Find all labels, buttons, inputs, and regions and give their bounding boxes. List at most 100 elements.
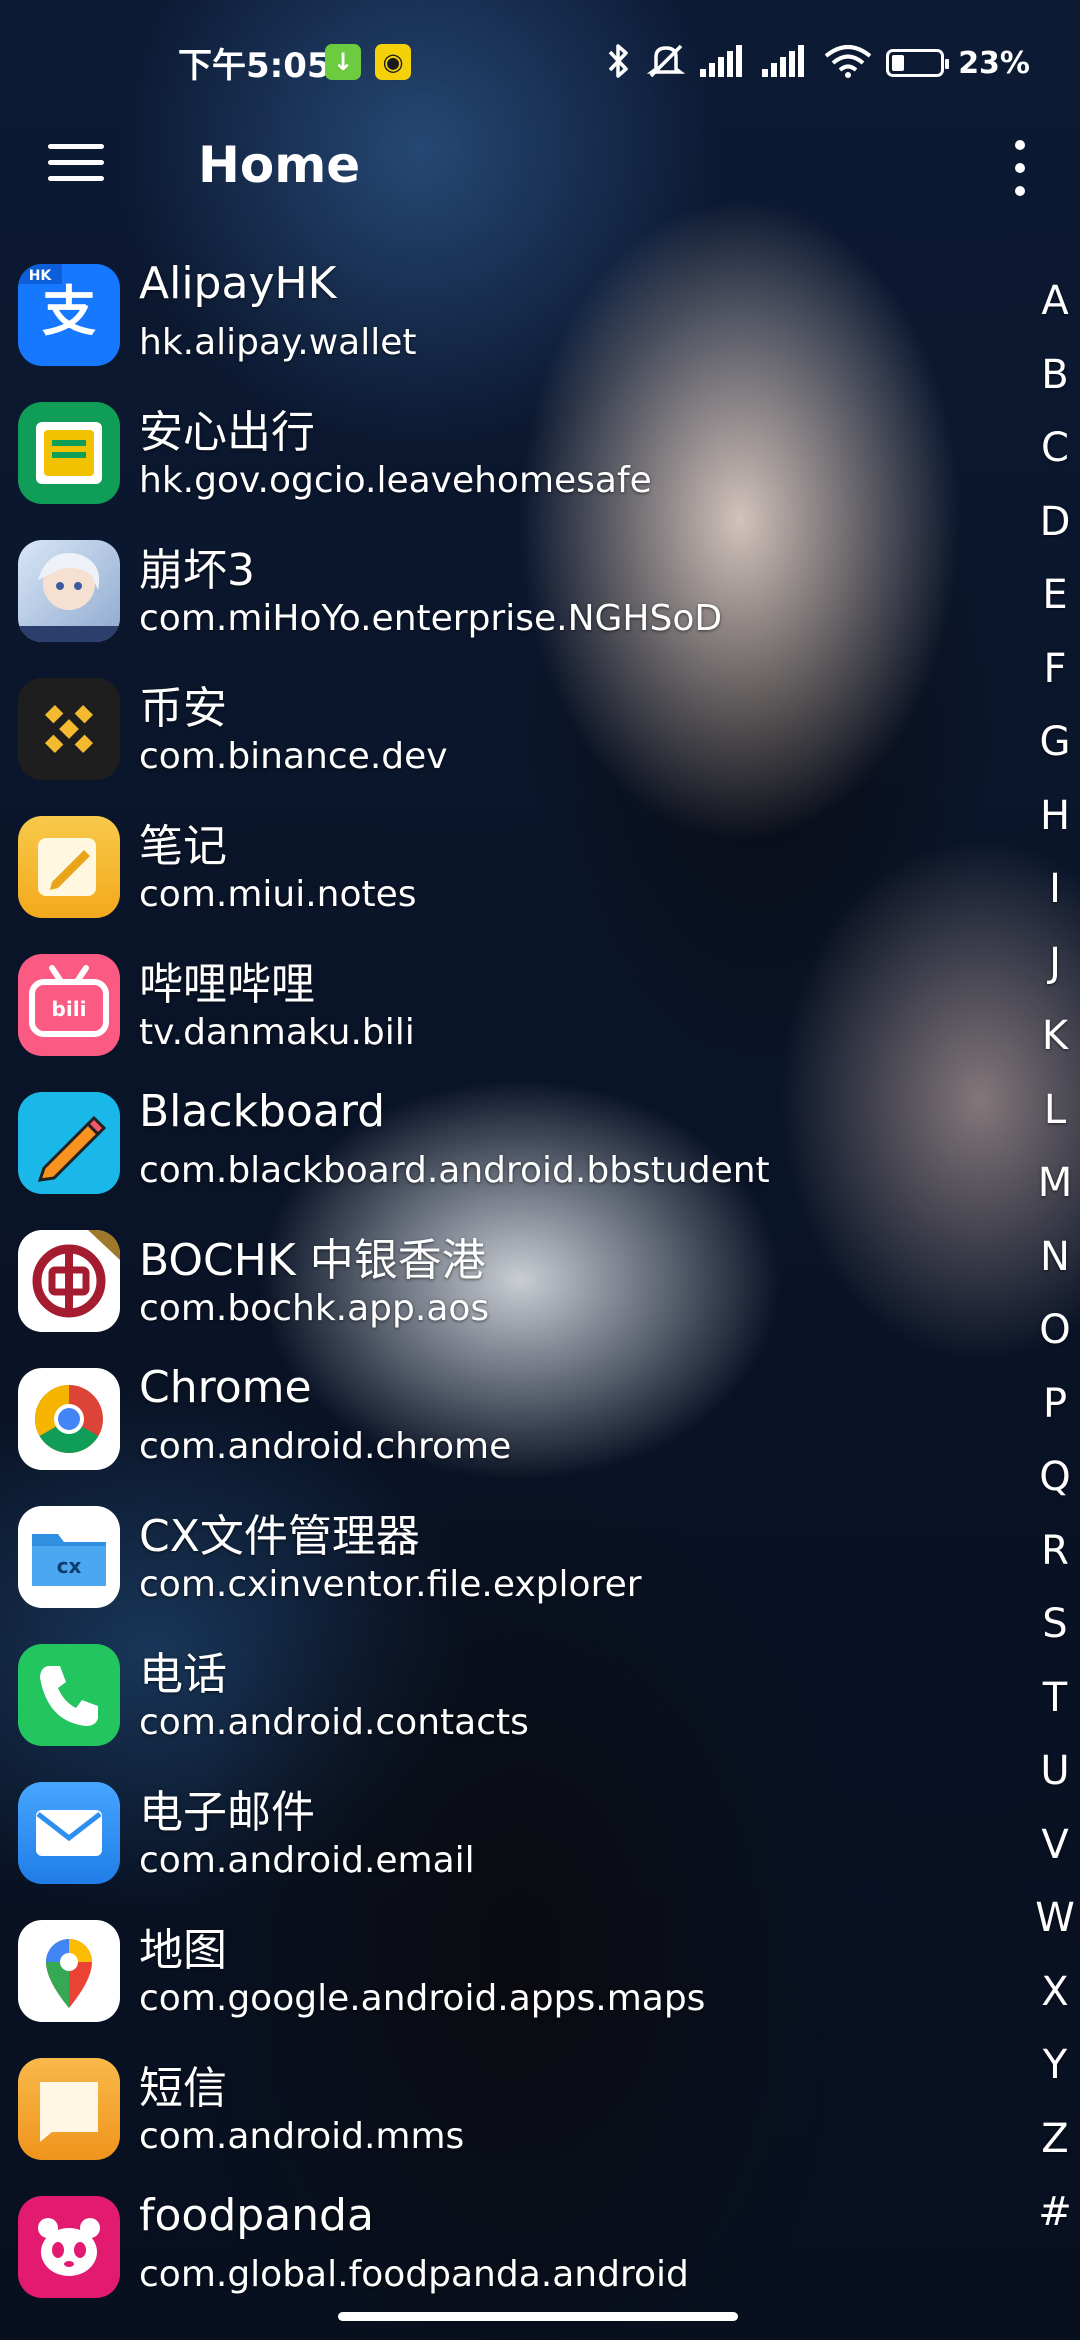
app-name: 电话 — [139, 1649, 227, 1700]
app-header: Home — [0, 118, 1080, 218]
app-package: hk.gov.ogcio.leavehomesafe — [139, 460, 652, 501]
list-item[interactable]: 笔记 com.miui.notes — [0, 804, 1010, 942]
app-package: com.miHoYo.enterprise.NGHSoD — [139, 598, 723, 639]
app-name: Chrome — [139, 1362, 312, 1413]
foodpanda-icon — [18, 2196, 120, 2298]
list-item[interactable]: foodpanda com.global.foodpanda.android — [0, 2184, 1010, 2322]
app-package: com.binance.dev — [139, 736, 448, 777]
signal-icon-2 — [762, 44, 810, 82]
index-letter[interactable]: G — [1010, 717, 1080, 791]
index-letter[interactable]: H — [1010, 791, 1080, 865]
app-name: CX文件管理器 — [139, 1511, 420, 1562]
app-package: com.google.android.apps.maps — [139, 1978, 706, 2019]
phone-icon — [18, 1644, 120, 1746]
list-item[interactable]: 支 HK AlipayHK hk.alipay.wallet — [0, 252, 1010, 390]
index-letter[interactable]: J — [1010, 938, 1080, 1012]
list-item[interactable]: 币安 com.binance.dev — [0, 666, 1010, 804]
index-letter[interactable]: O — [1010, 1305, 1080, 1379]
alipayhk-icon: 支 HK — [18, 264, 120, 366]
app-package: com.android.contacts — [139, 1702, 529, 1743]
app-package: com.miui.notes — [139, 874, 417, 915]
cx-file-explorer-icon: cx — [18, 1506, 120, 1608]
list-item[interactable]: 安心出行 hk.gov.ogcio.leavehomesafe — [0, 390, 1010, 528]
index-letter[interactable]: K — [1010, 1011, 1080, 1085]
app-package: com.global.foodpanda.android — [139, 2254, 689, 2295]
battery-percentage: 23% — [958, 45, 1030, 81]
app-package: com.cxinventor.file.explorer — [139, 1564, 642, 1605]
email-icon — [18, 1782, 120, 1884]
index-letter[interactable]: U — [1010, 1746, 1080, 1820]
app-package: com.bochk.app.aos — [139, 1288, 490, 1329]
bluetooth-icon — [606, 43, 632, 84]
battery-icon — [886, 49, 950, 77]
list-item[interactable]: cx CX文件管理器 com.cxinventor.file.explorer — [0, 1494, 1010, 1632]
index-letter[interactable]: C — [1010, 423, 1080, 497]
index-letter[interactable]: B — [1010, 350, 1080, 424]
app-notification-icon: ◉ — [375, 44, 411, 80]
svg-text:bili: bili — [52, 997, 87, 1021]
list-item[interactable]: 电子邮件 com.android.email — [0, 1770, 1010, 1908]
index-letter[interactable]: # — [1010, 2187, 1080, 2261]
download-notification-icon: ↓ — [325, 44, 361, 80]
index-letter[interactable]: D — [1010, 497, 1080, 571]
app-name: BOCHK 中银香港 — [139, 1235, 486, 1286]
blackboard-icon — [18, 1092, 120, 1194]
list-item[interactable]: 短信 com.android.mms — [0, 2046, 1010, 2184]
app-package: com.blackboard.android.bbstudent — [139, 1150, 770, 1191]
gesture-navigation-bar[interactable] — [338, 2312, 738, 2321]
index-letter[interactable]: Q — [1010, 1452, 1080, 1526]
hamburger-menu-icon[interactable] — [48, 144, 104, 192]
messages-icon — [18, 2058, 120, 2160]
status-icons: 23% — [606, 38, 1030, 88]
status-bar: 下午5:05 ↓ ◉ 23% — [0, 0, 1080, 120]
index-letter[interactable]: A — [1010, 276, 1080, 350]
list-item[interactable]: 地图 com.google.android.apps.maps — [0, 1908, 1010, 2046]
bilibili-icon: bili — [18, 954, 120, 1056]
index-letter[interactable]: L — [1010, 1085, 1080, 1159]
more-vertical-icon[interactable] — [1002, 140, 1038, 196]
index-letter[interactable]: S — [1010, 1599, 1080, 1673]
app-name: 崩坏3 — [139, 545, 255, 596]
app-name: Blackboard — [139, 1086, 386, 1137]
index-letter[interactable]: Y — [1010, 2040, 1080, 2114]
honkai3-icon — [18, 540, 120, 642]
app-name: 短信 — [139, 2063, 227, 2114]
app-name: AlipayHK — [139, 258, 337, 309]
chrome-icon — [18, 1368, 120, 1470]
index-letter[interactable]: N — [1010, 1232, 1080, 1306]
signal-icon-1 — [700, 44, 748, 82]
alphabet-index[interactable]: A B C D E F G H I J K L M N O P Q R S T … — [1010, 276, 1080, 2261]
svg-text:支: 支 — [42, 280, 96, 343]
index-letter[interactable]: E — [1010, 570, 1080, 644]
notes-icon — [18, 816, 120, 918]
list-item[interactable]: BOCHK 中银香港 com.bochk.app.aos — [0, 1218, 1010, 1356]
index-letter[interactable]: W — [1010, 1893, 1080, 1967]
app-name: 安心出行 — [139, 407, 315, 458]
app-package: hk.alipay.wallet — [139, 322, 417, 363]
list-item[interactable]: 崩坏3 com.miHoYo.enterprise.NGHSoD — [0, 528, 1010, 666]
app-name: 笔记 — [139, 821, 227, 872]
app-package: com.android.chrome — [139, 1426, 512, 1467]
list-item[interactable]: Chrome com.android.chrome — [0, 1356, 1010, 1494]
index-letter[interactable]: Z — [1010, 2114, 1080, 2188]
list-item[interactable]: 电话 com.android.contacts — [0, 1632, 1010, 1770]
battery-level — [892, 55, 905, 71]
index-letter[interactable]: I — [1010, 864, 1080, 938]
index-letter[interactable]: F — [1010, 644, 1080, 718]
list-item[interactable]: bili 哔哩哔哩 tv.danmaku.bili — [0, 942, 1010, 1080]
index-letter[interactable]: R — [1010, 1526, 1080, 1600]
index-letter[interactable]: M — [1010, 1158, 1080, 1232]
google-maps-icon — [18, 1920, 120, 2022]
svg-text:cx: cx — [57, 1554, 82, 1578]
index-letter[interactable]: V — [1010, 1820, 1080, 1894]
wifi-icon — [824, 44, 872, 83]
page-title: Home — [198, 136, 361, 194]
index-letter[interactable]: X — [1010, 1967, 1080, 2041]
list-item[interactable]: Blackboard com.blackboard.android.bbstud… — [0, 1080, 1010, 1218]
app-name: 电子邮件 — [139, 1787, 315, 1838]
index-letter[interactable]: T — [1010, 1673, 1080, 1747]
index-letter[interactable]: P — [1010, 1379, 1080, 1453]
app-package: tv.danmaku.bili — [139, 1012, 415, 1053]
mute-icon — [646, 43, 686, 84]
app-name: foodpanda — [139, 2190, 374, 2241]
